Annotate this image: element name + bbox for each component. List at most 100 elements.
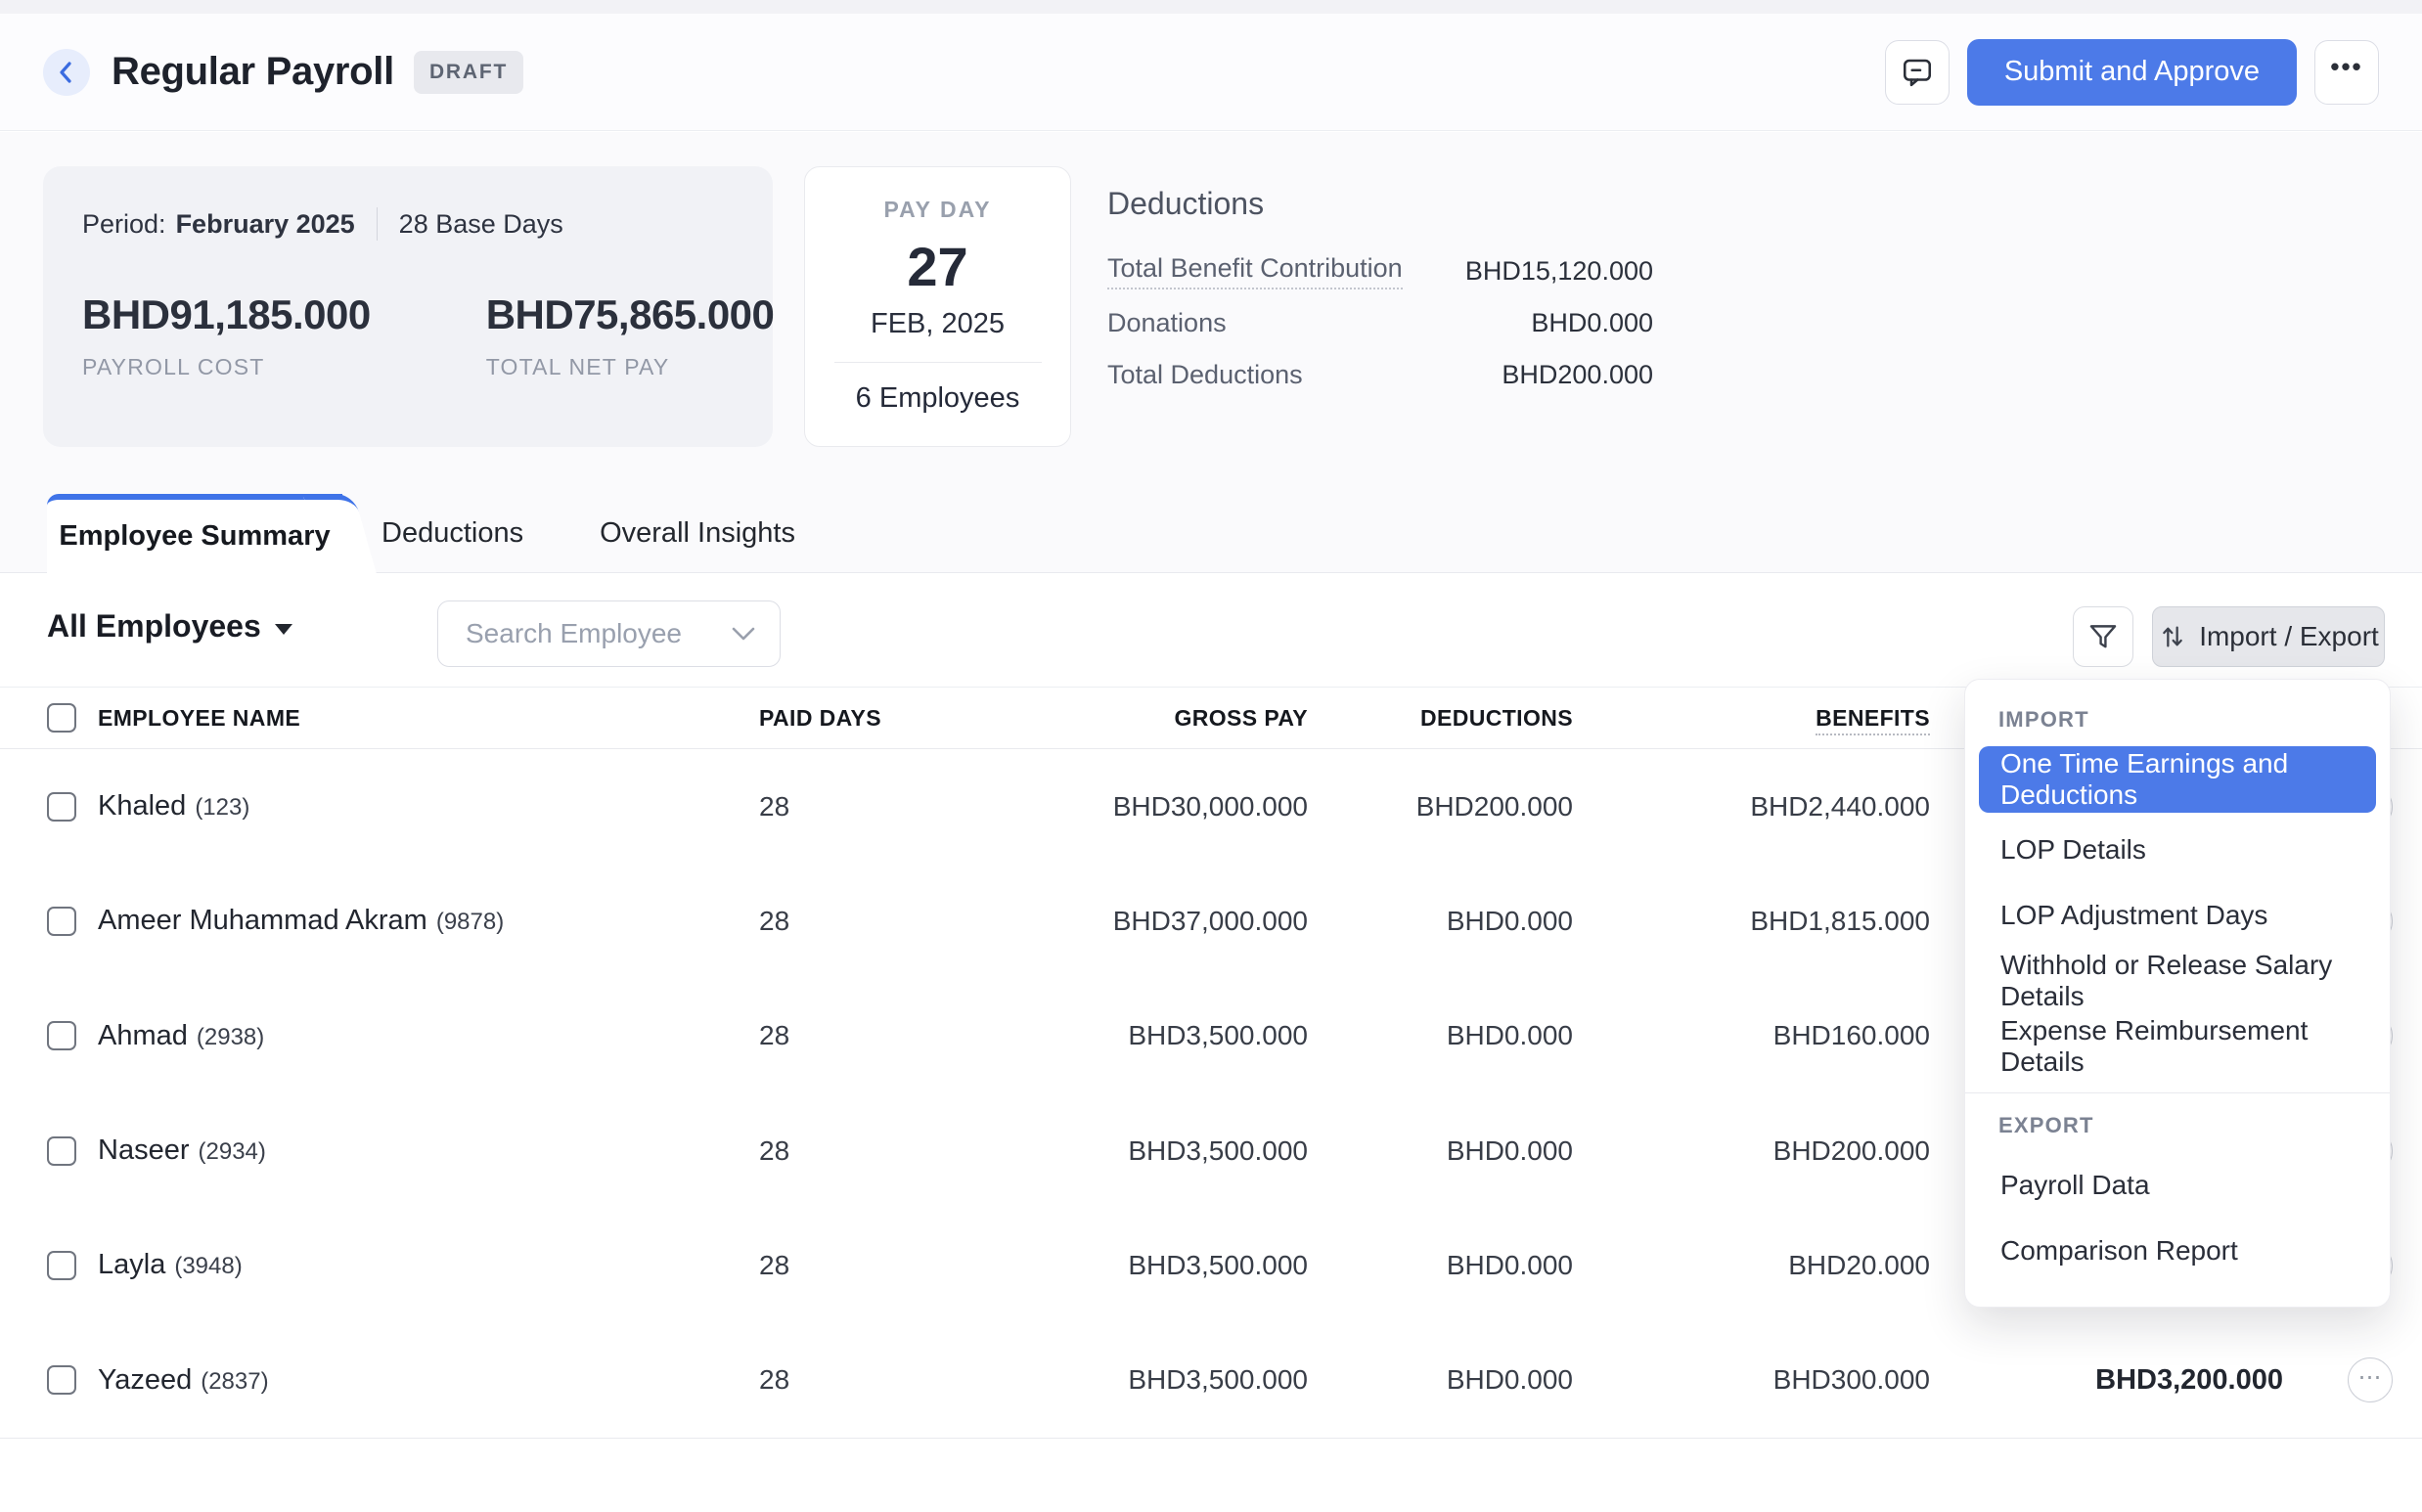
total-benefit-contribution-value: BHD15,120.000 xyxy=(1465,256,1653,287)
menu-item-lop-adjustment-days[interactable]: LOP Adjustment Days xyxy=(1965,882,2390,948)
import-export-button[interactable]: Import / Export xyxy=(2152,606,2385,667)
col-deductions: DEDUCTIONS xyxy=(1308,705,1573,732)
payday-employee-count: 6 Employees xyxy=(805,382,1070,415)
menu-item-one-time-earnings-and-deductions[interactable]: One Time Earnings and Deductions xyxy=(1979,746,2376,813)
deductions-summary: Deductions Total Benefit Contribution BH… xyxy=(1107,186,1653,401)
menu-item-comparison-report[interactable]: Comparison Report xyxy=(1965,1218,2390,1283)
gross-pay-cell: BHD37,000.000 xyxy=(978,906,1308,937)
deductions-cell: BHD200.000 xyxy=(1308,791,1573,823)
ellipsis-icon: ••• xyxy=(2330,52,2362,92)
paid-days-cell: 28 xyxy=(759,906,978,937)
export-menu-list: Payroll DataComparison Report xyxy=(1965,1152,2390,1283)
benefits-cell: BHD200.000 xyxy=(1573,1135,1930,1167)
employee-name-cell[interactable]: Yazeed(2837) xyxy=(98,1364,759,1397)
benefits-cell: BHD2,440.000 xyxy=(1573,791,1930,823)
employee-scope-dropdown[interactable]: All Employees xyxy=(47,608,292,645)
col-benefits[interactable]: BENEFITS xyxy=(1573,705,1930,732)
paid-days-cell: 28 xyxy=(759,1020,978,1051)
select-all-checkbox[interactable] xyxy=(47,703,76,733)
menu-item-payroll-data[interactable]: Payroll Data xyxy=(1965,1152,2390,1218)
comments-button[interactable] xyxy=(1885,40,1950,105)
row-checkbox[interactable] xyxy=(47,1021,76,1050)
payroll-summary-card: Period: February 2025 28 Base Days BHD91… xyxy=(43,166,773,447)
page-header: Regular Payroll DRAFT Submit and Approve… xyxy=(0,14,2422,131)
employee-name-cell[interactable]: Khaled(123) xyxy=(98,790,759,823)
back-button[interactable] xyxy=(43,49,90,96)
benefits-cell: BHD1,815.000 xyxy=(1573,906,1930,937)
payday-card: PAY DAY 27 FEB, 2025 6 Employees xyxy=(804,166,1071,447)
more-options-button[interactable]: ••• xyxy=(2314,40,2379,105)
caret-down-icon xyxy=(275,624,292,635)
total-benefit-contribution-label[interactable]: Total Benefit Contribution xyxy=(1107,253,1403,289)
menu-item-lop-details[interactable]: LOP Details xyxy=(1965,817,2390,882)
export-section-label: EXPORT xyxy=(1965,1113,2390,1138)
period-value: February 2025 xyxy=(176,209,355,240)
deductions-cell: BHD0.000 xyxy=(1308,1364,1573,1396)
row-checkbox[interactable] xyxy=(47,1365,76,1395)
period-label: Period: xyxy=(82,209,166,240)
table-row: Yazeed(2837) 28 BHD3,500.000 BHD0.000 BH… xyxy=(0,1322,2422,1437)
donations-value: BHD0.000 xyxy=(1531,308,1653,338)
col-gross-pay: GROSS PAY xyxy=(978,705,1308,732)
divider xyxy=(834,362,1042,363)
benefits-cell: BHD160.000 xyxy=(1573,1020,1930,1051)
gross-pay-cell: BHD30,000.000 xyxy=(978,791,1308,823)
benefits-cell: BHD300.000 xyxy=(1573,1364,1930,1396)
deduction-summary-row: Total Deductions BHD200.000 xyxy=(1107,349,1653,401)
row-checkbox[interactable] xyxy=(47,907,76,936)
payday-date: FEB, 2025 xyxy=(805,308,1070,340)
submit-and-approve-button[interactable]: Submit and Approve xyxy=(1967,39,2297,106)
filter-funnel-icon xyxy=(2086,620,2120,653)
menu-item-withhold-or-release-salary-details[interactable]: Withhold or Release Salary Details xyxy=(1965,948,2390,1013)
status-badge: DRAFT xyxy=(414,51,523,94)
deductions-summary-title: Deductions xyxy=(1107,186,1653,222)
deduction-summary-row: Total Benefit Contribution BHD15,120.000 xyxy=(1107,245,1653,297)
col-employee-name: EMPLOYEE NAME xyxy=(98,705,759,732)
page-title: Regular Payroll xyxy=(112,50,394,94)
gross-pay-cell: BHD3,500.000 xyxy=(978,1135,1308,1167)
total-deductions-value: BHD200.000 xyxy=(1502,360,1653,390)
tab-overall-insights[interactable]: Overall Insights xyxy=(600,517,795,550)
payroll-run-page: Regular Payroll DRAFT Submit and Approve… xyxy=(0,0,2422,1512)
import-section-label: IMPORT xyxy=(1965,707,2390,733)
comment-icon xyxy=(1900,55,1935,90)
row-more-button[interactable]: ⋯ xyxy=(2348,1357,2393,1402)
total-net-pay-label: TOTAL NET PAY xyxy=(486,354,775,380)
deductions-cell: BHD0.000 xyxy=(1308,906,1573,937)
paid-days-cell: 28 xyxy=(759,1135,978,1167)
net-pay-cell: BHD3,200.000 xyxy=(1930,1364,2283,1397)
row-actions-cell: ⋯ xyxy=(2283,1357,2422,1402)
tab-employee-summary[interactable]: Employee Summary xyxy=(47,494,342,573)
top-strip xyxy=(0,0,2422,14)
filter-button[interactable] xyxy=(2073,606,2133,667)
employee-name-cell[interactable]: Ahmad(2938) xyxy=(98,1020,759,1052)
deductions-cell: BHD0.000 xyxy=(1308,1135,1573,1167)
gross-pay-cell: BHD3,500.000 xyxy=(978,1364,1308,1396)
row-checkbox[interactable] xyxy=(47,1136,76,1166)
employee-name-cell[interactable]: Layla(3948) xyxy=(98,1249,759,1281)
benefits-cell: BHD20.000 xyxy=(1573,1250,1930,1281)
import-menu-list: One Time Earnings and DeductionsLOP Deta… xyxy=(1965,746,2390,1079)
gross-pay-cell: BHD3,500.000 xyxy=(978,1250,1308,1281)
search-employee-select[interactable]: Search Employee xyxy=(437,600,781,667)
menu-item-expense-reimbursement-details[interactable]: Expense Reimbursement Details xyxy=(1965,1013,2390,1079)
employee-name-cell[interactable]: Ameer Muhammad Akram(9878) xyxy=(98,905,759,937)
import-export-menu: IMPORT One Time Earnings and DeductionsL… xyxy=(1964,679,2391,1308)
payroll-cost-value: BHD91,185.000 xyxy=(82,291,371,338)
total-deductions-label: Total Deductions xyxy=(1107,360,1303,390)
col-paid-days: PAID DAYS xyxy=(759,705,978,732)
row-checkbox[interactable] xyxy=(47,792,76,822)
deduction-summary-row: Donations BHD0.000 xyxy=(1107,297,1653,349)
payday-label: PAY DAY xyxy=(805,197,1070,223)
employee-name-cell[interactable]: Naseer(2934) xyxy=(98,1134,759,1167)
total-net-pay-value: BHD75,865.000 xyxy=(486,291,775,338)
deductions-cell: BHD0.000 xyxy=(1308,1020,1573,1051)
paid-days-cell: 28 xyxy=(759,791,978,823)
tab-deductions[interactable]: Deductions xyxy=(381,517,523,550)
import-export-arrows-icon xyxy=(2158,621,2187,652)
chevron-down-icon xyxy=(731,626,756,642)
gross-pay-cell: BHD3,500.000 xyxy=(978,1020,1308,1051)
row-checkbox[interactable] xyxy=(47,1251,76,1280)
deductions-cell: BHD0.000 xyxy=(1308,1250,1573,1281)
paid-days-cell: 28 xyxy=(759,1364,978,1396)
